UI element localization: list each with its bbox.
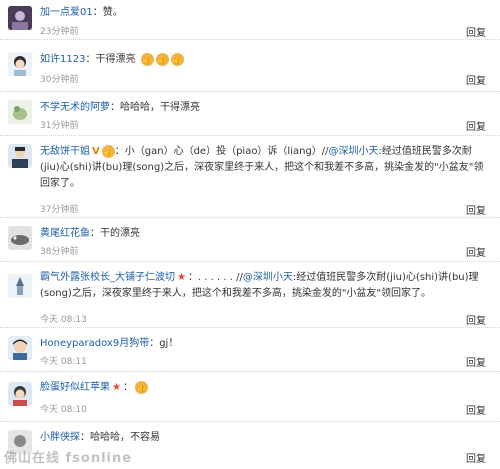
reply-button[interactable]: 回复: [466, 72, 486, 87]
thumbs-up-icon: 👍: [134, 380, 148, 394]
comment-text: ：赞。: [92, 7, 123, 18]
comment-item: 无敌饼干姐 V 👍 ：小（gan）心（de）投（piao）诉（liang）//@深圳小…: [0, 136, 500, 218]
comment-time: 37分钟前: [40, 205, 79, 215]
comment-time: 38分钟前: [40, 247, 79, 257]
reply-button[interactable]: 回复: [466, 24, 486, 39]
comment-time: 31分钟前: [40, 121, 79, 131]
commenter-name[interactable]: 脸蛋好似红苹果: [40, 382, 110, 393]
user-avatar[interactable]: [8, 274, 32, 298]
comment-item: 脸蛋好似红苹果 ★： 👍 今天 08:10 回复: [0, 372, 500, 422]
user-avatar[interactable]: [8, 6, 32, 30]
comment-text: ：哈哈哈，不容易: [80, 432, 160, 443]
thumbs-up-icon: 👍: [101, 144, 115, 158]
watermark-logo: 佛山在线 fsonline: [4, 451, 133, 466]
commenter-name[interactable]: 加一点爱01: [40, 7, 93, 18]
comment-text: ：. . . . . . //: [187, 272, 243, 283]
thumbs-up-icon: 👍: [140, 52, 154, 66]
comment-time: 今天 08:10: [40, 405, 87, 415]
user-avatar[interactable]: [8, 382, 32, 406]
reply-button[interactable]: 回复: [466, 118, 486, 133]
comment-item: 如许1123：干得漂亮 👍 👍 👍 30分钟前 回复: [0, 40, 500, 92]
commenter-name[interactable]: 黄尾红花鱼: [40, 228, 90, 239]
comment-item: Honeyparadox9月狗带：gj！ 今天 08:11 回复: [0, 328, 500, 372]
reply-button[interactable]: 回复: [466, 312, 486, 327]
user-avatar[interactable]: [8, 100, 32, 124]
comment-text: ：干的漂亮: [90, 228, 140, 239]
thumbs-up-icon: 👍: [170, 52, 184, 66]
comment-text: ：gj！: [149, 338, 179, 349]
commenter-name[interactable]: 不学无术的阿萝: [40, 102, 110, 113]
comment-text: ：哈哈哈，干得漂亮: [110, 102, 200, 113]
reply-button[interactable]: 回复: [466, 402, 486, 417]
mention-link[interactable]: @深圳小天: [243, 272, 293, 283]
commenter-name[interactable]: 小胖侠探: [40, 432, 80, 443]
comment-text: ：小（gan）心（de）投（piao）诉（liang）//: [114, 146, 329, 157]
comment-item: 霸气外露张校长_大铺子仁波切 ★：. . . . . . //@深圳小天:经过值班…: [0, 262, 500, 328]
comment-item: 加一点爱01：赞。 23分钟前 回复: [0, 0, 500, 40]
commenter-name[interactable]: 霸气外露张校长_大铺子仁波切: [40, 272, 175, 283]
verified-badge: V: [92, 146, 100, 157]
star-icon: ★: [112, 382, 121, 393]
reply-button[interactable]: 回复: [466, 450, 486, 465]
commenter-name[interactable]: 如许1123: [40, 54, 85, 65]
user-avatar[interactable]: [8, 52, 32, 76]
commenter-name[interactable]: 无敌饼干姐: [40, 146, 90, 157]
reply-button[interactable]: 回复: [466, 244, 486, 259]
comment-time: 23分钟前: [40, 27, 79, 37]
reply-button[interactable]: 回复: [466, 202, 486, 217]
comment-time: 今天 08:13: [40, 315, 87, 325]
user-avatar[interactable]: [8, 226, 32, 250]
user-avatar[interactable]: [8, 336, 32, 360]
star-icon: ★: [177, 272, 186, 283]
comment-item: 不学无术的阿萝：哈哈哈，干得漂亮 31分钟前 回复: [0, 92, 500, 136]
user-avatar[interactable]: [8, 144, 32, 168]
mention-link[interactable]: @深圳小天: [329, 146, 379, 157]
comment-text: ：干得漂亮: [85, 54, 136, 65]
thumbs-up-icon: 👍: [155, 52, 169, 66]
comment-item: 黄尾红花鱼：干的漂亮 38分钟前 回复: [0, 218, 500, 262]
commenter-name[interactable]: Honeyparadox9月狗带: [40, 338, 149, 349]
comment-time: 今天 08:11: [40, 357, 87, 367]
comment-time: 30分钟前: [40, 75, 79, 85]
comment-text: ：: [122, 382, 133, 393]
reply-button[interactable]: 回复: [466, 354, 486, 369]
